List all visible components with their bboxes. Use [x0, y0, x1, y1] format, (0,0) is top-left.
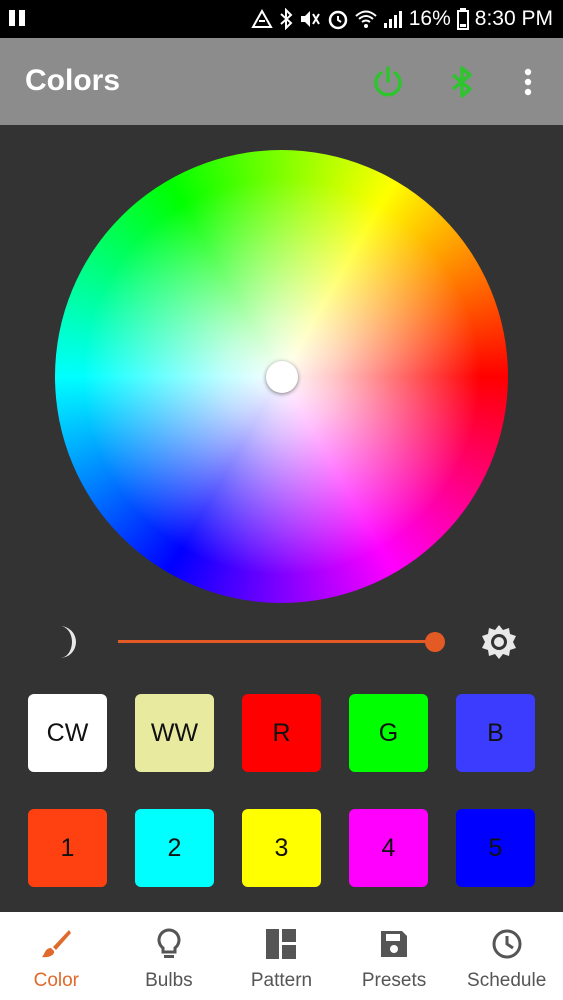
clock-time: 8:30 PM	[474, 7, 553, 30]
preset-3[interactable]: 3	[242, 809, 321, 887]
power-button[interactable]	[366, 60, 410, 104]
status-icons: 16% 8:30 PM	[251, 6, 553, 32]
brightness-slider[interactable]	[118, 626, 458, 658]
clock-icon	[492, 929, 522, 959]
recycle-icon	[251, 9, 273, 28]
nav-label-color: Color	[33, 970, 79, 991]
nav-label-bulbs: Bulbs	[145, 970, 193, 991]
nav-label-schedule: Schedule	[467, 970, 547, 991]
preset-cw[interactable]: CW	[28, 694, 107, 772]
nav-label-pattern: Pattern	[250, 970, 313, 991]
status-bar: 16% 8:30 PM	[0, 0, 563, 38]
more-options-button[interactable]	[506, 60, 550, 104]
color-wheel-thumb[interactable]	[266, 361, 298, 393]
brightness-track[interactable]	[118, 640, 444, 643]
bluetooth-icon	[451, 66, 472, 98]
signal-icon	[383, 11, 402, 28]
preset-row-1: CW WW R G B	[28, 694, 535, 772]
brightness-knob[interactable]	[425, 632, 446, 652]
bluetooth-button[interactable]	[440, 60, 484, 104]
nav-bulbs[interactable]: Bulbs	[113, 912, 226, 1000]
preset-r[interactable]: R	[242, 694, 321, 772]
preset-row-2: 1 2 3 4 5	[28, 809, 535, 887]
nav-pattern[interactable]: Pattern	[225, 912, 338, 1000]
battery-percent: 16%	[408, 7, 451, 30]
power-icon	[374, 66, 402, 97]
wifi-icon	[355, 10, 377, 28]
brightness-icon	[482, 625, 516, 659]
nav-label-presets: Presets	[361, 970, 427, 991]
preset-1[interactable]: 1	[28, 809, 107, 887]
bulb-icon	[157, 928, 181, 958]
save-icon	[381, 931, 408, 957]
moon-icon	[60, 626, 76, 658]
preset-2[interactable]: 2	[135, 809, 214, 887]
preset-g[interactable]: G	[349, 694, 428, 772]
brush-icon	[42, 930, 72, 958]
mute-icon	[300, 11, 320, 27]
alarm-icon	[328, 10, 347, 30]
preset-b[interactable]: B	[456, 694, 535, 772]
color-wheel[interactable]	[55, 150, 508, 603]
app-bar: Colors	[0, 38, 563, 125]
bluetooth-icon	[280, 8, 293, 30]
nav-schedule[interactable]: Schedule	[450, 912, 563, 1000]
preset-5[interactable]: 5	[456, 809, 535, 887]
pause-icon	[9, 10, 25, 26]
preset-4[interactable]: 4	[349, 809, 428, 887]
nav-color[interactable]: Color	[0, 912, 113, 1000]
page-title: Colors	[25, 64, 121, 97]
nav-presets[interactable]: Presets	[338, 912, 451, 1000]
preset-ww[interactable]: WW	[135, 694, 214, 772]
pattern-icon	[266, 929, 297, 959]
battery-icon	[456, 8, 469, 30]
bottom-nav: Color Bulbs Pattern Presets Schedule	[0, 912, 563, 1000]
more-vert-icon	[524, 68, 532, 96]
